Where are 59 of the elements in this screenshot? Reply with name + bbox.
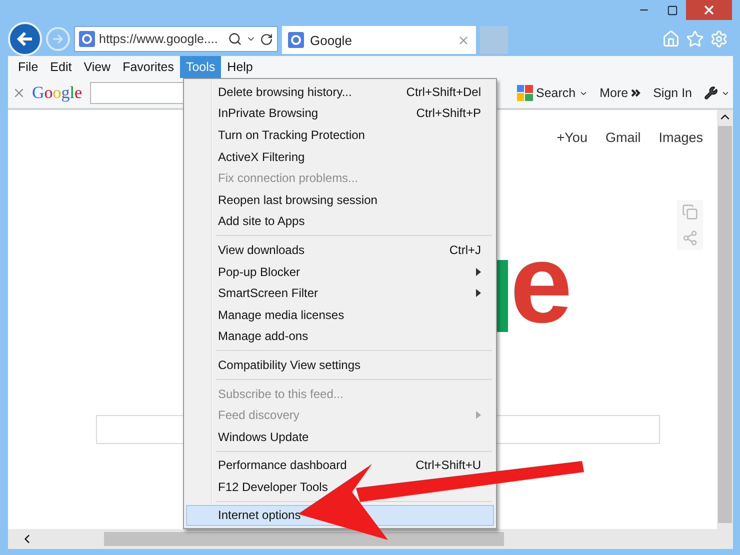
site-icon xyxy=(288,32,304,48)
horizontal-scrollbar[interactable] xyxy=(8,529,733,549)
close-button[interactable] xyxy=(686,0,732,20)
maximize-icon xyxy=(666,4,678,16)
menu-item[interactable]: Performance dashboard Ctrl+Shift+U xyxy=(186,454,494,476)
wrench-icon xyxy=(704,86,718,100)
squares-icon xyxy=(516,85,533,101)
menu-item[interactable]: Edit xyxy=(44,56,78,78)
menu-item[interactable]: File xyxy=(12,56,44,78)
forward-arrow-icon xyxy=(52,34,64,44)
menu-item[interactable]: Help xyxy=(221,56,259,78)
home-icon[interactable] xyxy=(662,30,680,48)
menu-item[interactable]: Manage add-ons xyxy=(186,326,494,348)
sign-in-button[interactable]: Sign In xyxy=(650,86,695,100)
vertical-scrollbar[interactable] xyxy=(717,110,733,529)
menu-item[interactable]: Windows Update xyxy=(186,426,494,448)
menu-item[interactable]: SmartScreen Filter xyxy=(186,282,494,304)
close-icon xyxy=(702,3,716,17)
address-field[interactable]: https://www.google.... xyxy=(74,26,278,52)
forward-button[interactable] xyxy=(46,27,70,51)
menu-item[interactable]: Reopen last browsing session xyxy=(186,188,494,211)
menu-item[interactable]: Manage media licenses xyxy=(186,304,494,326)
search-button[interactable]: Search xyxy=(514,85,591,101)
page-link[interactable]: Gmail xyxy=(605,130,641,145)
menu-item[interactable]: Turn on Tracking Protection xyxy=(186,124,494,146)
more-label: More xyxy=(600,86,628,100)
refresh-icon[interactable] xyxy=(260,32,273,46)
close-icon[interactable] xyxy=(12,86,26,100)
submenu-arrow-icon xyxy=(476,411,481,420)
page-link[interactable]: +You xyxy=(556,130,588,145)
menu-item[interactable]: Favorites xyxy=(116,56,180,78)
toolbar-logo: Google xyxy=(32,83,82,103)
menu-item[interactable]: View downloads Ctrl+J xyxy=(186,239,494,261)
menu-item[interactable]: Add site to Apps xyxy=(186,210,494,232)
settings-icon[interactable] xyxy=(710,30,728,48)
logo-fragment xyxy=(496,260,508,332)
menu-item[interactable]: View xyxy=(78,56,117,78)
menu-item[interactable]: Delete browsing history... Ctrl+Shift+Del xyxy=(186,81,494,103)
submenu-arrow-icon xyxy=(476,289,481,298)
close-tab-icon[interactable] xyxy=(457,34,470,46)
browser-tab[interactable]: Google xyxy=(282,26,476,54)
page-link[interactable]: Images xyxy=(658,130,703,145)
menu-item[interactable]: Compatibility View settings xyxy=(186,354,494,376)
search-icon[interactable] xyxy=(228,32,242,46)
back-arrow-icon xyxy=(16,31,34,47)
menu-item[interactable]: F12 Developer Tools xyxy=(186,476,494,498)
menu-item[interactable]: InPrivate Browsing Ctrl+Shift+P xyxy=(186,102,494,124)
star-icon[interactable] xyxy=(686,30,704,48)
share-icon[interactable] xyxy=(682,230,698,246)
submenu-arrow-icon xyxy=(476,268,481,276)
menu-item[interactable]: ActiveX Filtering xyxy=(186,146,494,168)
copy-icon[interactable] xyxy=(682,204,698,220)
more-button[interactable]: More xyxy=(596,86,644,100)
menu-item[interactable]: Pop-up Blocker xyxy=(186,260,494,282)
double-chevron-icon xyxy=(631,89,642,97)
site-icon xyxy=(79,31,95,47)
back-button[interactable] xyxy=(8,22,42,56)
page-logo: e xyxy=(510,228,572,340)
search-label: Search xyxy=(536,86,576,100)
